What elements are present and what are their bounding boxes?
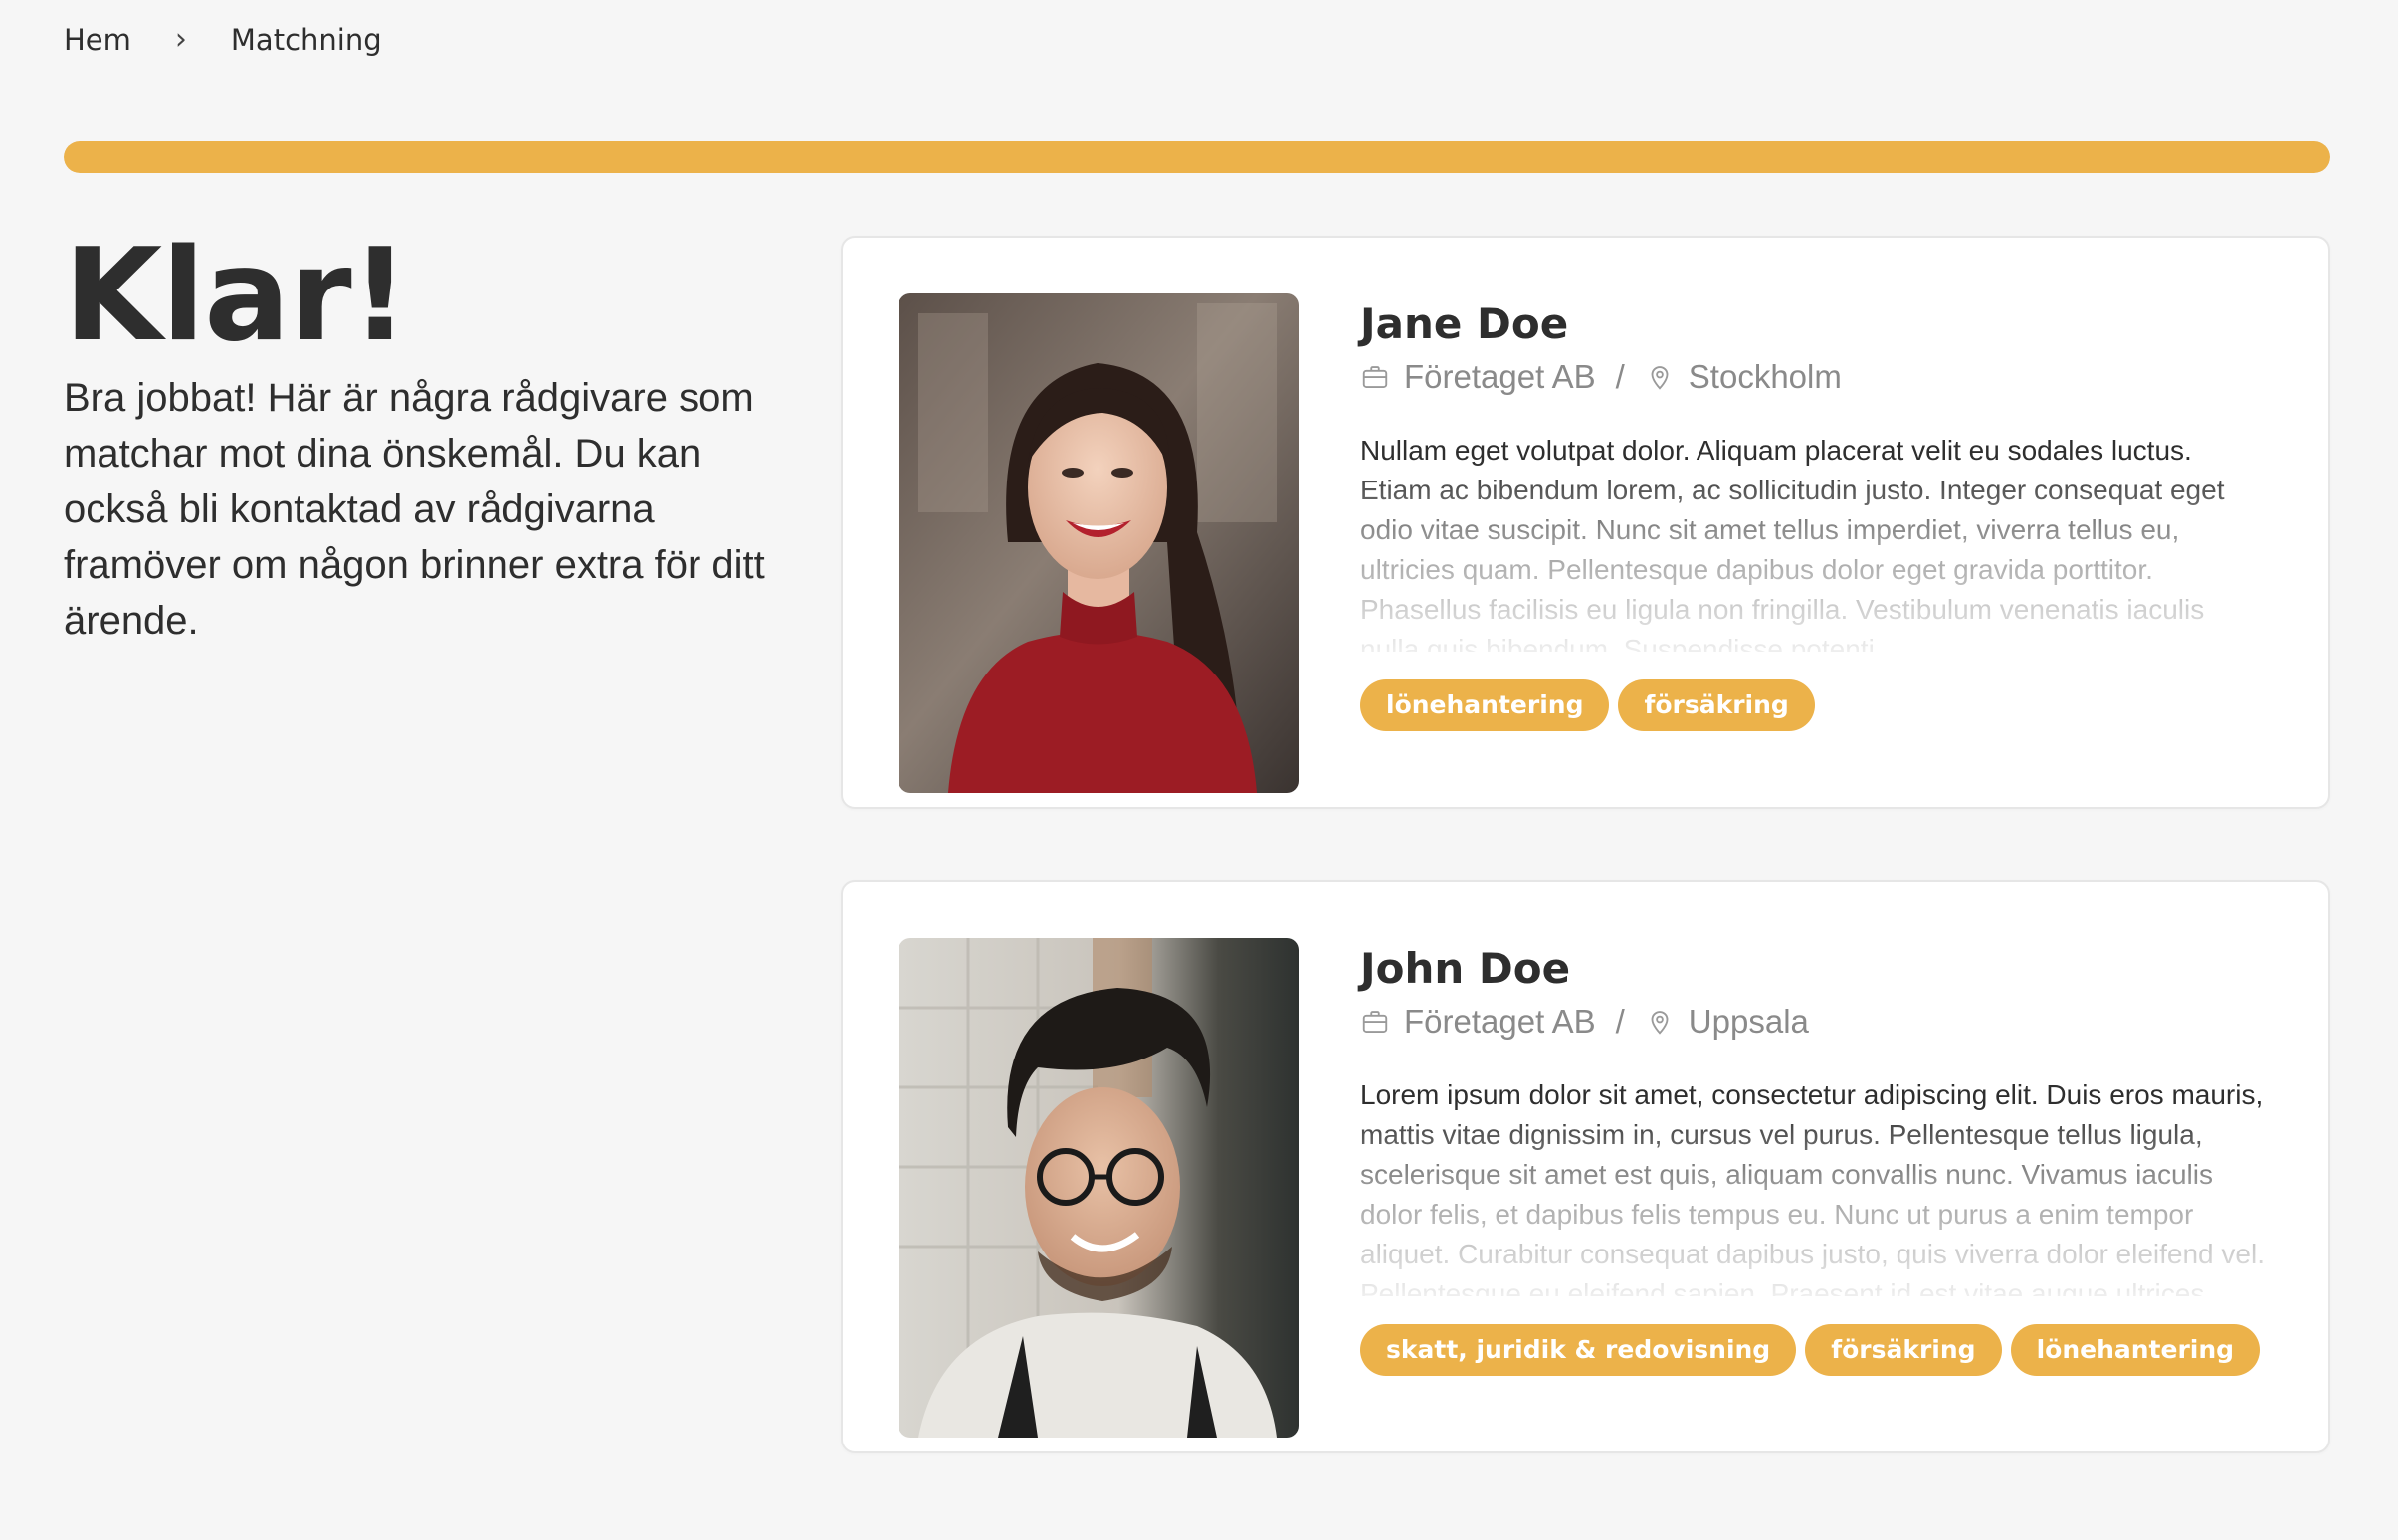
chevron-right-icon: › bbox=[174, 22, 187, 57]
intro-section: Klar! Bra jobbat! Här är några rådgivare… bbox=[64, 227, 780, 649]
advisor-name[interactable]: Jane Doe bbox=[1360, 297, 2266, 351]
advisor-name[interactable]: John Doe bbox=[1360, 942, 2266, 996]
advisor-company: Företaget AB bbox=[1404, 358, 1596, 395]
tag-badge[interactable]: försäkring bbox=[1805, 1324, 2002, 1376]
intro-text: Bra jobbat! Här är några rådgivare som m… bbox=[64, 376, 765, 643]
map-pin-icon bbox=[1651, 1011, 1669, 1035]
advisor-meta: Företaget AB / Stockholm bbox=[1360, 353, 2266, 401]
advisor-bio: Lorem ipsum dolor sit amet, consectetur … bbox=[1360, 1075, 2266, 1296]
advisor-tags: skatt, juridik & redovisning försäkring … bbox=[1360, 1324, 2266, 1376]
tag-badge[interactable]: lönehantering bbox=[1360, 679, 1610, 731]
breadcrumb: Hem › Matchning bbox=[64, 22, 382, 57]
advisor-info: John Doe Företaget AB / Uppsala Lorem ip… bbox=[1360, 942, 2266, 1376]
meta-separator: / bbox=[1615, 1003, 1625, 1040]
meta-separator: / bbox=[1615, 358, 1625, 395]
tag-badge[interactable]: lönehantering bbox=[2010, 1324, 2261, 1376]
page-title: Klar! bbox=[64, 222, 409, 370]
tag-badge[interactable]: försäkring bbox=[1618, 679, 1815, 731]
progress-bar-fill bbox=[64, 141, 2330, 173]
briefcase-icon bbox=[1362, 366, 1388, 388]
tag-badge[interactable]: skatt, juridik & redovisning bbox=[1360, 1324, 1797, 1376]
map-pin-icon bbox=[1651, 366, 1669, 390]
advisor-company: Företaget AB bbox=[1404, 1003, 1596, 1040]
advisor-bio: Nullam eget volutpat dolor. Aliquam plac… bbox=[1360, 431, 2266, 652]
advisor-tags: lönehantering försäkring bbox=[1360, 679, 2266, 731]
advisor-card[interactable]: John Doe Företaget AB / Uppsala Lorem ip… bbox=[841, 880, 2330, 1453]
advisor-photo bbox=[899, 293, 1299, 793]
advisor-info: Jane Doe Företaget AB / Stockholm Nullam… bbox=[1360, 297, 2266, 731]
advisor-photo-image bbox=[899, 938, 1299, 1438]
advisor-photo-image bbox=[899, 293, 1299, 793]
breadcrumb-home-link[interactable]: Hem bbox=[64, 23, 131, 57]
advisor-city: Stockholm bbox=[1688, 358, 1842, 395]
progress-bar bbox=[64, 141, 2330, 173]
advisor-photo bbox=[899, 938, 1299, 1438]
advisor-card[interactable]: Jane Doe Företaget AB / Stockholm Nullam… bbox=[841, 236, 2330, 809]
advisor-city: Uppsala bbox=[1688, 1003, 1809, 1040]
breadcrumb-current: Matchning bbox=[230, 22, 382, 57]
advisor-meta: Företaget AB / Uppsala bbox=[1360, 998, 2266, 1046]
briefcase-icon bbox=[1362, 1011, 1388, 1033]
